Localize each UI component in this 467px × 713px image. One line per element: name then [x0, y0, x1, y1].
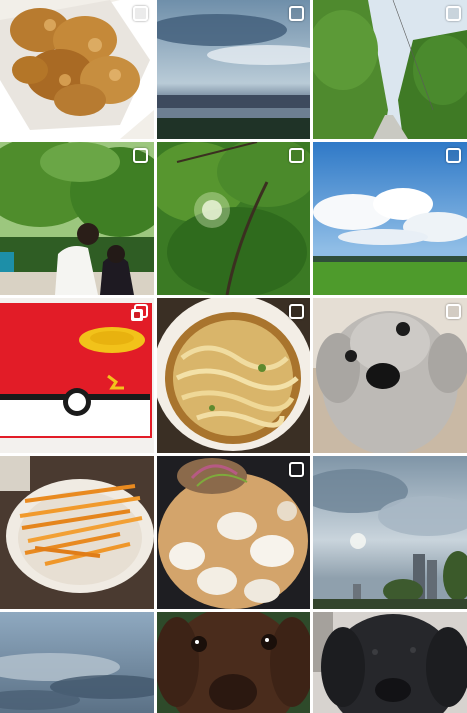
select-checkbox[interactable] — [446, 148, 461, 163]
photo-thumbnail[interactable] — [0, 142, 154, 295]
rice-field-photo — [313, 142, 467, 295]
noodle-bowl-photo — [157, 298, 310, 453]
select-checkbox[interactable] — [289, 304, 304, 319]
photo-thumbnail[interactable] — [157, 298, 310, 453]
select-checkbox[interactable] — [289, 148, 304, 163]
photo-thumbnail[interactable] — [0, 298, 154, 453]
photo-thumbnail[interactable] — [0, 0, 154, 139]
select-checkbox[interactable] — [289, 6, 304, 21]
multiple-photos-icon — [130, 304, 148, 322]
black-poodle-photo — [313, 612, 467, 713]
photo-grid — [0, 0, 467, 713]
sky-field-photo — [157, 0, 310, 139]
brown-poodle-photo — [157, 612, 310, 713]
photo-thumbnail[interactable] — [313, 142, 467, 295]
cloudy-city-photo — [313, 456, 467, 609]
select-checkbox[interactable] — [133, 6, 148, 21]
photo-thumbnail[interactable] — [157, 142, 310, 295]
squid-dish-photo — [157, 456, 310, 609]
photo-thumbnail[interactable] — [157, 0, 310, 139]
photo-thumbnail[interactable] — [313, 298, 467, 453]
photo-thumbnail[interactable] — [157, 456, 310, 609]
gray-poodle-photo — [313, 298, 467, 453]
photo-thumbnail[interactable] — [313, 0, 467, 139]
select-checkbox[interactable] — [446, 6, 461, 21]
photo-thumbnail[interactable] — [313, 612, 467, 713]
evening-clouds-photo — [0, 612, 154, 713]
fries-plate-photo — [0, 456, 154, 609]
photo-thumbnail[interactable] — [0, 612, 154, 713]
select-checkbox[interactable] — [446, 304, 461, 319]
tree-path-photo — [313, 0, 467, 139]
photo-thumbnail[interactable] — [157, 612, 310, 713]
sunlight-leaves-photo — [157, 142, 310, 295]
photo-thumbnail[interactable] — [313, 456, 467, 609]
select-checkbox[interactable] — [289, 462, 304, 477]
fried-chicken-photo — [0, 0, 154, 139]
photo-thumbnail[interactable] — [0, 456, 154, 609]
select-checkbox[interactable] — [133, 148, 148, 163]
people-under-trees-photo — [0, 142, 154, 295]
